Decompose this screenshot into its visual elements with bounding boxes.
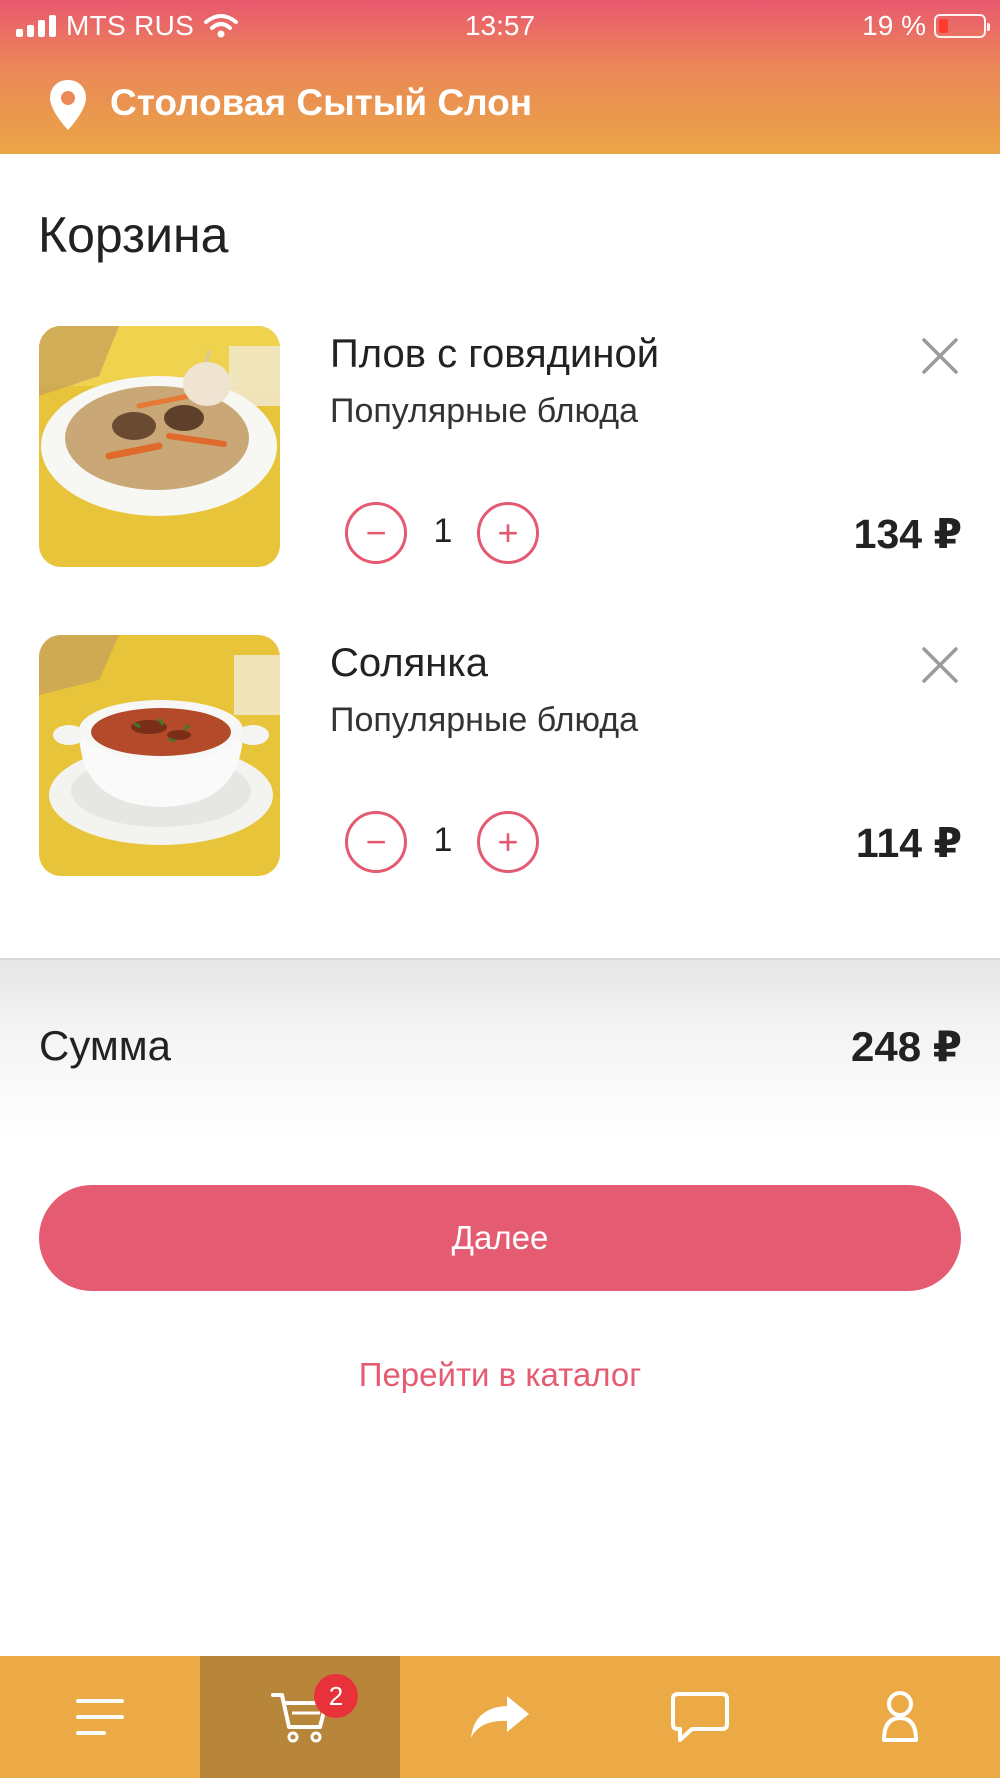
item-price: 134 ₽: [853, 511, 962, 557]
quantity-value: 1: [433, 512, 453, 550]
order-summary: Сумма 248 ₽: [0, 958, 1000, 1138]
location-name: Столовая Сытый Слон: [110, 82, 533, 123]
close-icon: [922, 338, 958, 374]
increase-quantity-button[interactable]: +: [477, 811, 539, 873]
item-name: Плов с говядиной: [330, 332, 660, 376]
remove-item-button[interactable]: [918, 643, 962, 687]
status-time: 13:57: [464, 10, 536, 41]
tab-bar: 2: [0, 1656, 1000, 1778]
close-icon: [922, 647, 958, 683]
status-bar: MTS RUS 13:57 19 %: [0, 0, 1000, 52]
status-right: 19 %: [862, 10, 990, 42]
sum-label: Сумма: [39, 1022, 171, 1069]
tab-cart[interactable]: 2: [200, 1656, 400, 1778]
menu-icon: [76, 1699, 124, 1735]
item-price: 114 ₽: [855, 820, 962, 866]
item-category: Популярные блюда: [330, 701, 639, 739]
item-category: Популярные блюда: [330, 392, 639, 430]
tab-menu[interactable]: [0, 1656, 200, 1778]
sum-total: 248 ₽: [851, 1023, 962, 1070]
profile-icon: [882, 1691, 918, 1742]
cart-badge: 2: [314, 1674, 358, 1718]
tab-profile[interactable]: [800, 1656, 1000, 1778]
next-button[interactable]: Далее: [39, 1185, 961, 1291]
chat-icon: [671, 1692, 729, 1742]
pilaf-dish-photo: [39, 326, 280, 567]
battery-icon: [934, 14, 990, 38]
quantity-value: 1: [433, 821, 453, 859]
battery-percent: 19 %: [862, 10, 926, 41]
decrease-quantity-button[interactable]: −: [345, 502, 407, 564]
location-pin-icon: [50, 80, 86, 130]
tab-chat[interactable]: [600, 1656, 800, 1778]
go-to-catalog-link[interactable]: Перейти в каталог: [0, 1356, 1000, 1394]
decrease-quantity-button[interactable]: −: [345, 811, 407, 873]
app-header: MTS RUS 13:57 19 % Столовая Сытый Слон: [0, 0, 1000, 154]
tab-share[interactable]: [400, 1656, 600, 1778]
cart-item: Плов с говядиной Популярные блюда − 1 + …: [0, 326, 1000, 567]
item-name: Солянка: [330, 641, 488, 685]
increase-quantity-button[interactable]: +: [477, 502, 539, 564]
soup-bowl-photo: [39, 635, 280, 876]
page-title: Корзина: [38, 207, 229, 263]
remove-item-button[interactable]: [918, 334, 962, 378]
location-bar[interactable]: Столовая Сытый Слон: [0, 70, 1000, 136]
cart-item: Солянка Популярные блюда − 1 + 114 ₽: [0, 635, 1000, 876]
share-icon: [471, 1696, 529, 1738]
